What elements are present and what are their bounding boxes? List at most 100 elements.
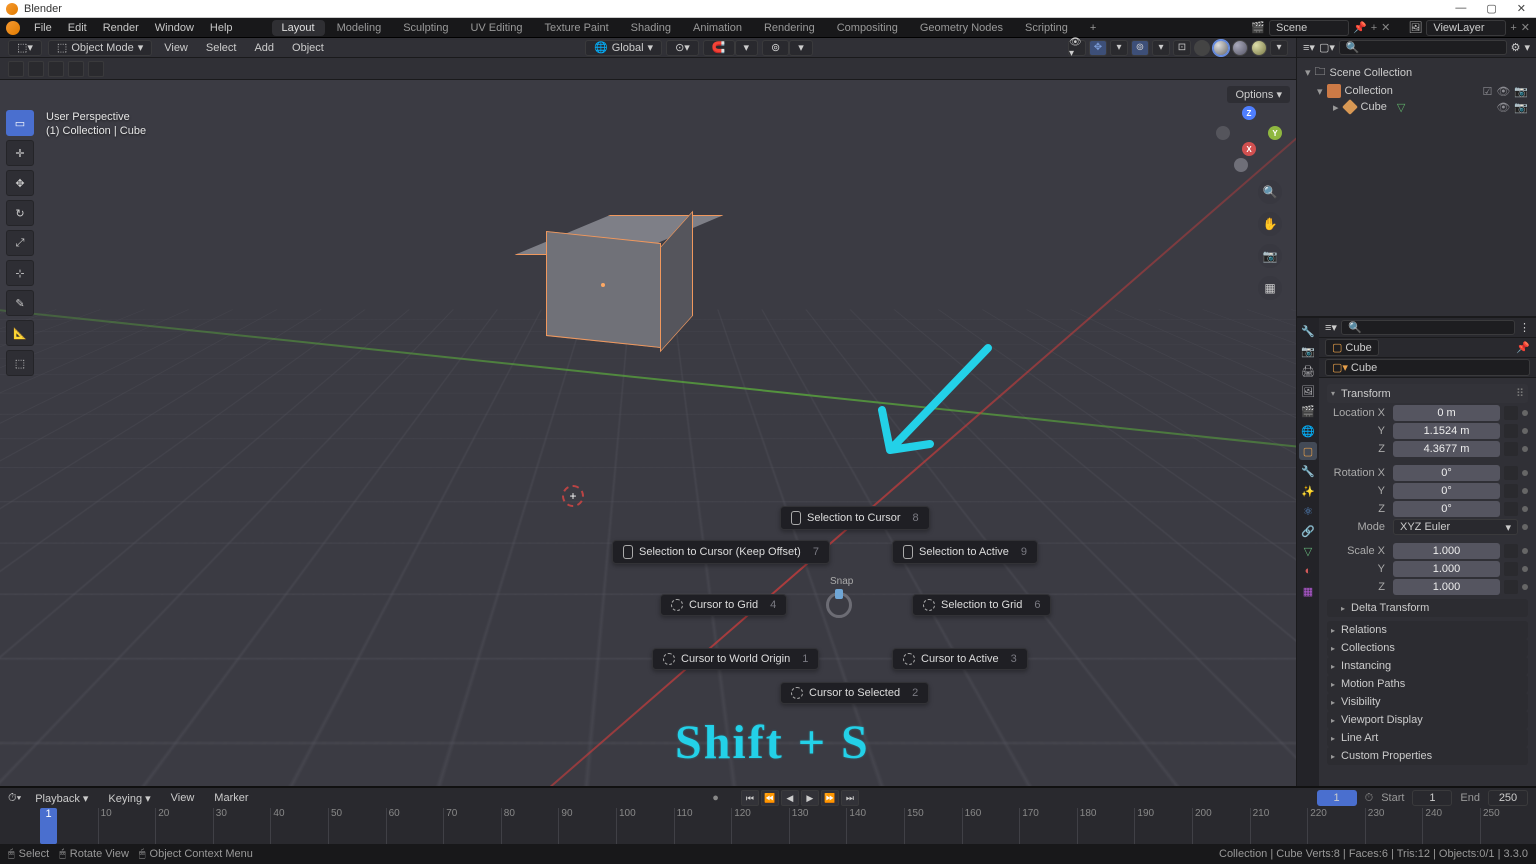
gizmo-y-axis[interactable]: Y: [1268, 126, 1282, 140]
location-x-input[interactable]: 0 m: [1393, 405, 1500, 421]
viewport-menu-select[interactable]: Select: [200, 42, 243, 54]
shading-rendered-button[interactable]: [1251, 40, 1267, 56]
panel-motion-paths[interactable]: ▸Motion Paths: [1327, 675, 1528, 693]
scale-y-input[interactable]: 1.000: [1393, 561, 1500, 577]
viewlayer-remove-button[interactable]: ✕: [1521, 21, 1530, 34]
panel-transform[interactable]: ▾Transform ⠿: [1327, 384, 1528, 403]
gizmos-toggle[interactable]: ✥: [1089, 40, 1107, 56]
tool-measure[interactable]: 📐: [6, 320, 34, 346]
visibility-filter-button[interactable]: 👁▾: [1068, 40, 1086, 56]
scene-new-button[interactable]: +: [1371, 22, 1377, 34]
hide-viewport-icon[interactable]: 👁: [1496, 85, 1510, 98]
hide-viewport-icon[interactable]: 👁: [1496, 101, 1510, 114]
props-tab-physics[interactable]: ⚛: [1299, 502, 1317, 520]
pie-selection-to-cursor[interactable]: Selection to Cursor8: [780, 506, 930, 530]
lock-icon[interactable]: [1504, 406, 1518, 420]
exclude-checkbox-icon[interactable]: ☑: [1482, 85, 1492, 98]
props-tab-object[interactable]: ▢: [1299, 442, 1317, 460]
props-tab-constraints[interactable]: 🔗: [1299, 522, 1317, 540]
ws-tab-layout[interactable]: Layout: [272, 20, 325, 36]
scene-pin-icon[interactable]: 📌: [1353, 21, 1367, 34]
overlays-dropdown[interactable]: ▾: [1152, 40, 1170, 56]
breadcrumb-object[interactable]: ▢ Cube: [1325, 339, 1379, 356]
gizmo-x-axis[interactable]: X: [1242, 142, 1256, 156]
menu-render[interactable]: Render: [95, 18, 147, 37]
outliner-search-input[interactable]: 🔍: [1339, 40, 1507, 55]
ws-tab-shading[interactable]: Shading: [621, 20, 681, 36]
tool-annotate[interactable]: ✎: [6, 290, 34, 316]
tool-rotate[interactable]: ↻: [6, 200, 34, 226]
props-tab-modifiers[interactable]: 🔧: [1299, 462, 1317, 480]
timeline-ruler[interactable]: 1 10203040506070809010011012013014015016…: [0, 808, 1536, 844]
timeline-editor-type-icon[interactable]: ⏱▾: [8, 792, 21, 805]
panel-visibility[interactable]: ▸Visibility: [1327, 693, 1528, 711]
outliner-display-mode-icon[interactable]: ≡▾: [1303, 41, 1315, 54]
outliner-view-dropdown[interactable]: ▢▾: [1319, 41, 1335, 54]
ws-tab-compositing[interactable]: Compositing: [827, 20, 908, 36]
panel-custom-properties[interactable]: ▸Custom Properties: [1327, 747, 1528, 765]
camera-view-icon[interactable]: 📷: [1258, 244, 1282, 268]
pie-selection-to-grid[interactable]: Selection to Grid6: [912, 594, 1051, 616]
panel-line-art[interactable]: ▸Line Art: [1327, 729, 1528, 747]
props-tab-data[interactable]: ▽: [1299, 542, 1317, 560]
snap-toggle[interactable]: 🧲: [703, 40, 735, 56]
jump-to-start-button[interactable]: ⏮: [741, 790, 759, 806]
window-close-button[interactable]: ✕: [1513, 2, 1530, 15]
gizmo-neg-axis[interactable]: [1216, 126, 1230, 140]
scene-name-input[interactable]: [1269, 20, 1349, 36]
pie-cursor-to-active[interactable]: Cursor to Active3: [892, 648, 1028, 670]
select-subtract-icon[interactable]: [88, 61, 104, 77]
ws-tab-modeling[interactable]: Modeling: [327, 20, 392, 36]
timeline-menu-marker[interactable]: Marker: [208, 792, 254, 804]
snap-dropdown[interactable]: ▾: [735, 40, 759, 56]
panel-relations[interactable]: ▸Relations: [1327, 621, 1528, 639]
props-options-icon[interactable]: ⋮: [1519, 321, 1530, 334]
current-frame-input[interactable]: 1: [1317, 790, 1357, 806]
pie-cursor-to-world-origin[interactable]: Cursor to World Origin1: [652, 648, 819, 670]
ws-tab-texture-paint[interactable]: Texture Paint: [534, 20, 618, 36]
options-dropdown[interactable]: Options ▾: [1227, 86, 1290, 103]
shading-material-button[interactable]: [1232, 40, 1248, 56]
viewport-menu-add[interactable]: Add: [248, 42, 280, 54]
datablock-name-input[interactable]: ▢▾ Cube: [1325, 359, 1530, 376]
play-button[interactable]: ▶: [801, 790, 819, 806]
gizmos-dropdown[interactable]: ▾: [1110, 40, 1128, 56]
ws-tab-geometry-nodes[interactable]: Geometry Nodes: [910, 20, 1013, 36]
timeline-menu-view[interactable]: View: [165, 792, 201, 804]
transform-orientation-dropdown[interactable]: 🌐 Global▾: [585, 40, 662, 56]
location-z-input[interactable]: 4.3677 m: [1393, 441, 1500, 457]
zoom-icon[interactable]: 🔍: [1258, 180, 1282, 204]
editor-type-dropdown[interactable]: ⬚▾: [8, 40, 42, 56]
pie-selection-to-cursor-offset[interactable]: Selection to Cursor (Keep Offset)7: [612, 540, 830, 564]
gizmo-z-axis[interactable]: Z: [1242, 106, 1256, 120]
ws-tab-scripting[interactable]: Scripting: [1015, 20, 1078, 36]
hide-render-icon[interactable]: 📷: [1514, 85, 1528, 98]
animate-dot[interactable]: [1522, 410, 1528, 416]
navigation-gizmo[interactable]: Z Y X: [1214, 106, 1284, 176]
xray-toggle[interactable]: ⊡: [1173, 40, 1191, 56]
perspective-toggle-icon[interactable]: ▦: [1258, 276, 1282, 300]
shading-dropdown[interactable]: ▾: [1270, 40, 1288, 56]
pin-icon[interactable]: 📌: [1516, 341, 1530, 354]
pie-selection-to-active[interactable]: Selection to Active9: [892, 540, 1038, 564]
auto-keying-toggle[interactable]: ●: [712, 792, 719, 804]
tool-transform[interactable]: ⊹: [6, 260, 34, 286]
pan-icon[interactable]: ✋: [1258, 212, 1282, 236]
select-invert-icon[interactable]: [48, 61, 64, 77]
props-tab-view-layer[interactable]: 🖼: [1299, 382, 1317, 400]
ws-tab-add[interactable]: +: [1080, 20, 1106, 36]
location-y-input[interactable]: 1.1524 m: [1393, 423, 1500, 439]
scene-browse-icon[interactable]: 🎬: [1251, 21, 1265, 34]
pivot-point-dropdown[interactable]: ⊙▾: [666, 40, 699, 56]
cube-object[interactable]: [545, 215, 693, 360]
panel-delta-transform[interactable]: ▸Delta Transform: [1327, 599, 1528, 617]
tool-add-cube[interactable]: ⬚: [6, 350, 34, 376]
pie-cursor-to-selected[interactable]: Cursor to Selected2: [780, 682, 929, 704]
outliner-new-collection-icon[interactable]: ▾: [1524, 41, 1530, 54]
gizmo-iso[interactable]: [1234, 158, 1248, 172]
end-frame-input[interactable]: 250: [1488, 790, 1528, 806]
props-editor-type-icon[interactable]: ≡▾: [1325, 321, 1337, 334]
viewlayer-name-input[interactable]: [1426, 20, 1506, 36]
props-tab-world[interactable]: 🌐: [1299, 422, 1317, 440]
interaction-mode-dropdown[interactable]: ⬚ Object Mode ▾: [48, 40, 152, 56]
